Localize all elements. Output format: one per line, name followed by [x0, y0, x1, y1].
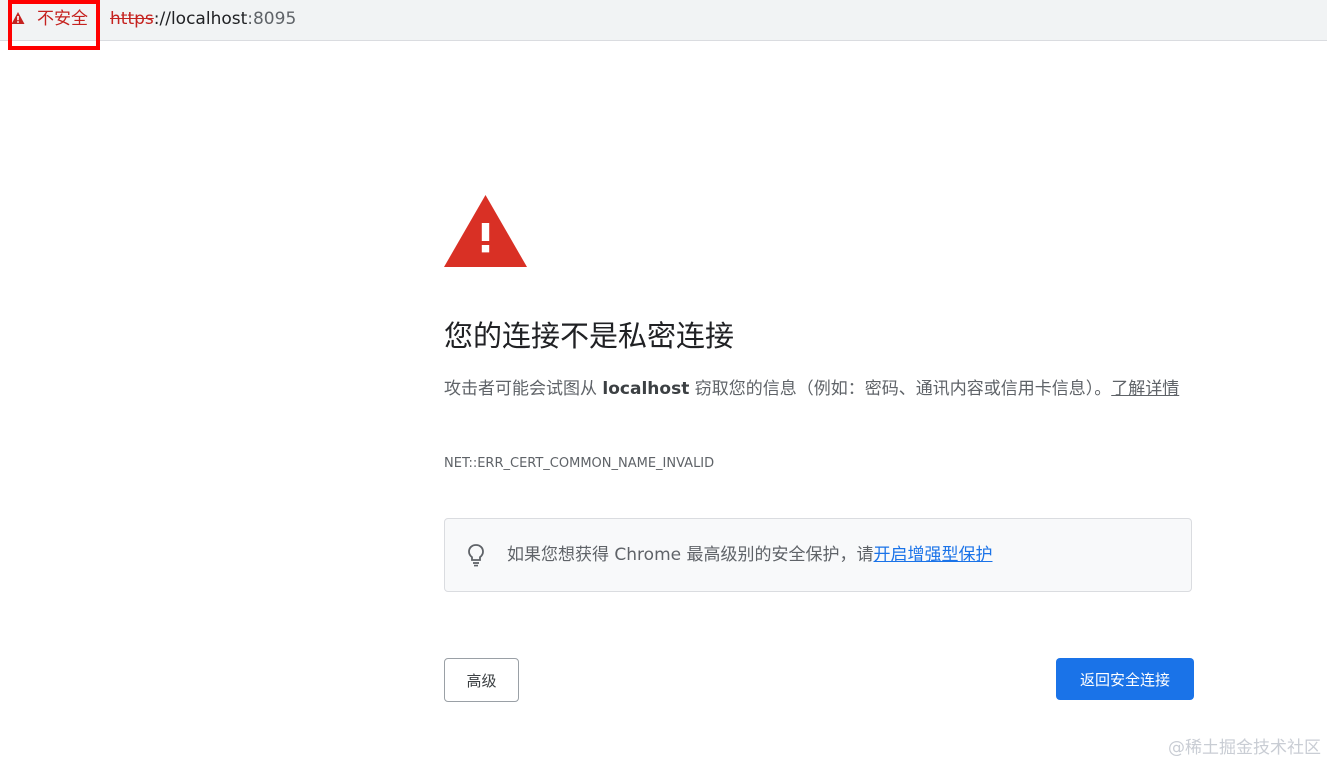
- error-description: 攻击者可能会试图从 localhost 窃取您的信息（例如：密码、通讯内容或信用…: [444, 374, 1196, 404]
- back-to-safety-button[interactable]: 返回安全连接: [1056, 658, 1194, 700]
- advanced-button[interactable]: 高级: [444, 658, 519, 702]
- description-host: localhost: [602, 379, 690, 399]
- url-separator: ://: [153, 9, 171, 29]
- url-scheme: https: [110, 9, 154, 29]
- url-port: :8095: [247, 9, 297, 29]
- tip-text: 如果您想获得 Chrome 最高级别的安全保护，请开启增强型保护: [507, 543, 993, 567]
- tip-message: 如果您想获得 Chrome 最高级别的安全保护，请: [507, 545, 874, 565]
- description-text-after: 窃取您的信息（例如：密码、通讯内容或信用卡信息）。: [689, 379, 1112, 399]
- lightbulb-icon: [468, 544, 484, 567]
- watermark: @稀土掘金技术社区: [1168, 738, 1321, 758]
- url-field[interactable]: https://localhost:8095: [110, 7, 296, 31]
- browser-window: 不安全 https://localhost:8095 您的连接不是私密连接 攻击…: [0, 0, 1327, 765]
- warning-triangle-icon: [444, 195, 527, 267]
- error-code: NET::ERR_CERT_COMMON_NAME_INVALID: [444, 456, 715, 471]
- address-bar[interactable]: 不安全 https://localhost:8095: [0, 0, 1327, 50]
- page-title: 您的连接不是私密连接: [444, 319, 735, 353]
- description-text-before: 攻击者可能会试图从: [444, 379, 603, 399]
- url-host: localhost: [170, 9, 248, 29]
- learn-more-link[interactable]: 了解详情: [1111, 379, 1179, 399]
- annotation-highlight-box: [8, 0, 100, 50]
- enable-enhanced-protection-link[interactable]: 开启增强型保护: [874, 545, 993, 565]
- enhanced-protection-tip: 如果您想获得 Chrome 最高级别的安全保护，请开启增强型保护: [444, 518, 1192, 592]
